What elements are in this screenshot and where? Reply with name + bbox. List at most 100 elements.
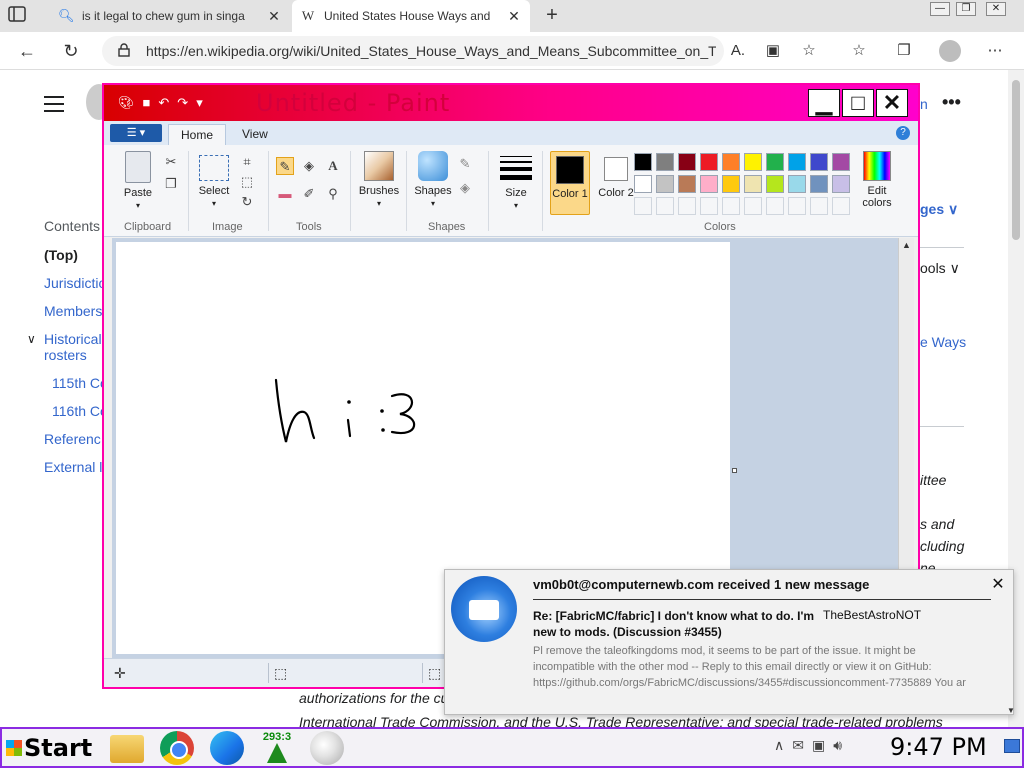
restore-button[interactable]: ❐ bbox=[956, 2, 976, 16]
palette-swatch[interactable] bbox=[744, 153, 762, 171]
paste-button[interactable]: Paste ▾ bbox=[118, 151, 158, 211]
palette-swatch[interactable] bbox=[634, 153, 652, 171]
palette-swatch-empty[interactable] bbox=[744, 197, 762, 215]
edge-icon[interactable] bbox=[210, 731, 244, 765]
outline-icon[interactable]: ✎ bbox=[456, 155, 474, 173]
refresh-button[interactable]: ↻ bbox=[58, 38, 84, 64]
palette-swatch[interactable] bbox=[766, 153, 784, 171]
customize-qat-icon[interactable]: ▾ bbox=[196, 95, 203, 111]
eraser-icon[interactable]: ▬ bbox=[276, 185, 294, 203]
palette-swatch-empty[interactable] bbox=[656, 197, 674, 215]
christmas-tree-app[interactable]: 293:3 bbox=[260, 731, 294, 765]
immersive-reader-icon[interactable]: ▣ bbox=[762, 40, 784, 62]
palette-swatch-empty[interactable] bbox=[766, 197, 784, 215]
chrome-icon[interactable] bbox=[160, 731, 194, 765]
color2-button[interactable]: Color 2 bbox=[596, 151, 636, 215]
toc-item-top[interactable]: (Top) bbox=[44, 247, 78, 263]
palette-swatch[interactable] bbox=[766, 175, 784, 193]
scroll-up-icon[interactable]: ▲ bbox=[902, 240, 911, 250]
more-menu-icon[interactable]: ⋯ bbox=[984, 40, 1006, 62]
fill-shape-icon[interactable]: ◈ bbox=[456, 179, 474, 197]
palette-swatch[interactable] bbox=[678, 153, 696, 171]
color1-button[interactable]: Color 1 bbox=[550, 151, 590, 215]
palette-swatch[interactable] bbox=[744, 175, 762, 193]
infobox-link[interactable]: e Ways bbox=[920, 334, 966, 350]
palette-swatch[interactable] bbox=[722, 153, 740, 171]
size-button[interactable]: Size ▾ bbox=[496, 151, 536, 211]
favorites-icon[interactable]: ☆ bbox=[848, 40, 870, 62]
paint-minimize-button[interactable]: ▁ bbox=[808, 89, 840, 117]
tab-home[interactable]: Home bbox=[168, 124, 227, 145]
palette-swatch[interactable] bbox=[634, 175, 652, 193]
color-picker-icon[interactable]: ✐ bbox=[300, 185, 318, 203]
cut-icon[interactable]: ✂ bbox=[162, 153, 180, 171]
start-button[interactable]: Start bbox=[2, 731, 94, 765]
palette-swatch-empty[interactable] bbox=[700, 197, 718, 215]
toc-item-external[interactable]: External l bbox=[44, 459, 102, 475]
tools-button[interactable]: ools ∨ bbox=[920, 260, 960, 277]
palette-swatch[interactable] bbox=[788, 153, 806, 171]
browser-tab[interactable]: 🔍︎ is it legal to chew gum in singa ✕ bbox=[50, 0, 290, 32]
palette-swatch[interactable] bbox=[788, 175, 806, 193]
resize-icon[interactable]: ⬚ bbox=[238, 173, 256, 191]
languages-button[interactable]: ges ∨ bbox=[920, 201, 958, 218]
url-text[interactable]: https://en.wikipedia.org/wiki/United_Sta… bbox=[146, 43, 716, 59]
thunderbird-notification[interactable]: vm0b0t@computernewb.com received 1 new m… bbox=[444, 569, 1015, 715]
select-button[interactable]: Select ▾ bbox=[194, 151, 234, 209]
browser-tab-active[interactable]: W United States House Ways and ✕ bbox=[292, 0, 530, 32]
show-desktop-icon[interactable] bbox=[1004, 739, 1020, 753]
toc-item-members[interactable]: Members bbox=[44, 303, 102, 319]
new-tab-button[interactable]: + bbox=[540, 3, 564, 27]
palette-swatch[interactable] bbox=[810, 175, 828, 193]
nav-fragment[interactable]: n bbox=[920, 96, 928, 112]
paint-app-icon[interactable]: 🎨︎ bbox=[118, 95, 135, 111]
canvas-resize-handle[interactable] bbox=[732, 468, 737, 473]
pencil-icon[interactable]: ✎ bbox=[276, 157, 294, 175]
magnifier-icon[interactable]: ⚲ bbox=[324, 185, 342, 203]
undo-icon[interactable]: ↶ bbox=[158, 95, 169, 111]
palette-swatch[interactable] bbox=[832, 153, 850, 171]
palette-swatch-empty[interactable] bbox=[678, 197, 696, 215]
collections-icon[interactable]: ❐ bbox=[893, 40, 915, 62]
scrollbar-thumb[interactable] bbox=[1012, 80, 1020, 240]
network-icon[interactable]: ▣ bbox=[812, 737, 825, 754]
chevron-up-icon[interactable]: ∧ bbox=[774, 737, 784, 754]
toc-item-116th[interactable]: 116th Co bbox=[52, 403, 108, 419]
close-tab-icon[interactable]: ✕ bbox=[266, 8, 282, 25]
add-favorite-icon[interactable]: ☆ bbox=[798, 40, 820, 62]
close-icon[interactable]: ✕ bbox=[989, 574, 1007, 593]
file-explorer-icon[interactable] bbox=[110, 735, 144, 763]
chevron-down-icon[interactable]: ∨ bbox=[27, 332, 36, 346]
close-tab-icon[interactable]: ✕ bbox=[506, 8, 522, 25]
help-icon[interactable]: ? bbox=[896, 126, 910, 140]
palette-swatch-empty[interactable] bbox=[634, 197, 652, 215]
shapes-button[interactable]: Shapes ▾ bbox=[410, 151, 456, 209]
palette-swatch[interactable] bbox=[700, 175, 718, 193]
palette-swatch-empty[interactable] bbox=[810, 197, 828, 215]
tab-actions-icon[interactable] bbox=[8, 6, 30, 26]
save-icon[interactable]: ■ bbox=[143, 95, 151, 111]
toc-item-references[interactable]: Referenc bbox=[44, 431, 101, 447]
palette-swatch[interactable] bbox=[832, 175, 850, 193]
redo-icon[interactable]: ↷ bbox=[177, 95, 188, 111]
profile-avatar[interactable] bbox=[939, 40, 961, 62]
toc-item-historical-rosters[interactable]: Historical rosters bbox=[44, 331, 104, 363]
text-icon[interactable]: A bbox=[324, 157, 342, 175]
palette-swatch[interactable] bbox=[656, 175, 674, 193]
file-menu-button[interactable]: ☰ ▾ bbox=[110, 124, 162, 142]
palette-swatch[interactable] bbox=[810, 153, 828, 171]
palette-swatch-empty[interactable] bbox=[722, 197, 740, 215]
paint-titlebar[interactable]: 🎨︎ ■ ↶ ↷ ▾ Untitled - Paint ▁ □ ✕ bbox=[104, 85, 918, 121]
notification-app-icon[interactable]: ✉ bbox=[792, 737, 804, 754]
read-aloud-icon[interactable]: A. bbox=[727, 40, 749, 62]
minimize-button[interactable]: — bbox=[930, 2, 950, 16]
clock[interactable]: 9:47 PM bbox=[890, 733, 987, 761]
palette-swatch[interactable] bbox=[678, 175, 696, 193]
edit-colors-button[interactable]: Edit colors bbox=[854, 151, 900, 209]
palette-swatch-empty[interactable] bbox=[788, 197, 806, 215]
close-window-button[interactable]: ✕ bbox=[986, 2, 1006, 16]
palette-swatch[interactable] bbox=[700, 153, 718, 171]
more-options-icon[interactable]: ••• bbox=[942, 92, 961, 113]
toc-item-115th[interactable]: 115th Co bbox=[52, 375, 108, 391]
tab-view[interactable]: View bbox=[230, 124, 280, 145]
